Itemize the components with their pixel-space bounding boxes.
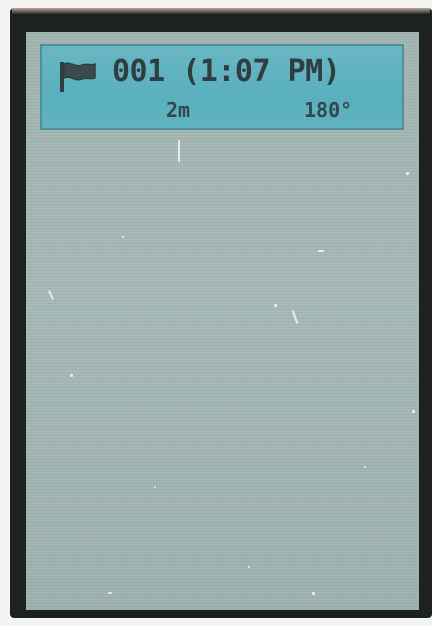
device-screen: 001 (1:07 PM) 2m 180°: [26, 32, 419, 610]
bezel-edge: [12, 8, 430, 14]
dust-speck: [412, 410, 415, 413]
dust-speck: [318, 250, 324, 252]
device-photo: 001 (1:07 PM) 2m 180°: [0, 0, 432, 626]
dust-speck: [274, 304, 277, 307]
dust-speck: [70, 374, 73, 377]
waypoint-bearing: 180°: [304, 98, 353, 122]
dust-speck: [406, 172, 409, 175]
dust-speck: [108, 592, 112, 594]
dust-speck: [154, 486, 156, 488]
dust-speck: [291, 310, 299, 324]
dust-speck: [47, 290, 55, 300]
dust-speck: [178, 140, 180, 162]
dust-speck: [364, 466, 366, 468]
waypoint-header[interactable]: 001 (1:07 PM) 2m 180°: [40, 44, 404, 130]
waypoint-distance: 2m: [166, 98, 191, 122]
flag-icon: [58, 60, 98, 94]
dust-speck: [312, 592, 315, 595]
dust-speck: [122, 236, 124, 238]
waypoint-name: 001 (1:07 PM): [112, 54, 341, 89]
dust-speck: [248, 566, 250, 568]
